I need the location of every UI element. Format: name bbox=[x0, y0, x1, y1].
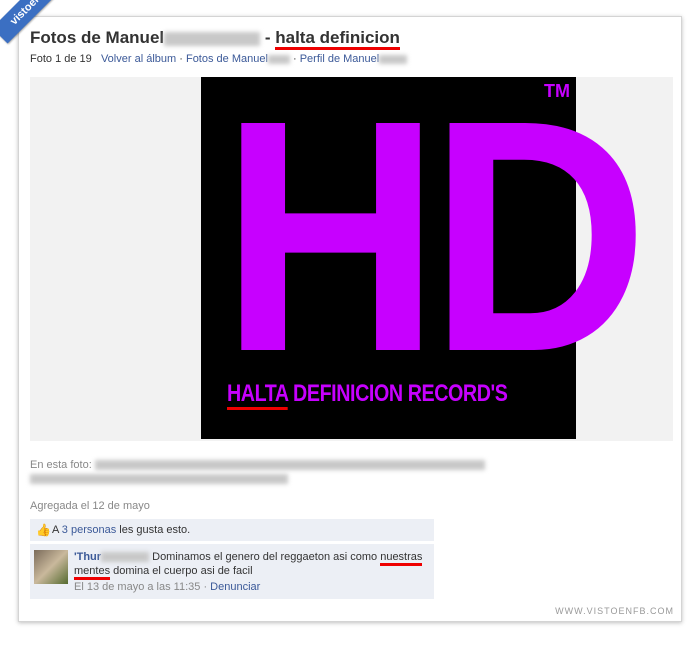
album-cover-image[interactable]: TM HD HALTA DEFINICION RECORD'S bbox=[201, 51, 648, 439]
comment-author-name: 'Thur bbox=[74, 551, 102, 563]
comment-author[interactable]: 'Thur bbox=[74, 551, 150, 563]
tagged-label: En esta foto: bbox=[30, 459, 92, 471]
tagged-people: En esta foto: bbox=[30, 459, 485, 485]
avatar[interactable] bbox=[34, 550, 68, 584]
thumbs-up-icon: 👍 bbox=[36, 523, 51, 538]
blurred-name bbox=[101, 552, 150, 563]
blurred-tags bbox=[30, 474, 288, 485]
blurred-name bbox=[164, 31, 261, 46]
nav-separator: · bbox=[179, 53, 183, 65]
report-link[interactable]: Denunciar bbox=[210, 581, 260, 593]
brand-rest: DEFINICION RECORD'S bbox=[287, 380, 508, 407]
likes-bar: 👍A 3 personas les gusta esto. bbox=[30, 519, 434, 541]
blurred-tags bbox=[94, 460, 485, 471]
likes-prefix: A bbox=[52, 524, 62, 536]
title-album[interactable]: halta definicion bbox=[275, 28, 400, 50]
watermark: WWW.VISTOENFB.COM bbox=[555, 606, 674, 616]
title-prefix: Fotos de Manuel bbox=[30, 28, 165, 47]
comment-date: El 13 de mayo a las 11:35 bbox=[74, 581, 201, 593]
comment-meta: El 13 de mayo a las 11:35 · Denunciar bbox=[74, 580, 424, 594]
hd-logo-text: HD bbox=[221, 51, 648, 420]
comment-text-underlined-1: nuestras bbox=[380, 551, 423, 566]
brand-underlined: HALTA bbox=[227, 380, 288, 410]
added-date: Agregada el 12 de mayo bbox=[30, 500, 150, 512]
likes-suffix: les gusta esto. bbox=[116, 524, 191, 536]
comment-body: 'Thur Dominamos el genero del reggaeton … bbox=[74, 550, 424, 594]
comment-text-2: domina el cuerpo asi de facil bbox=[110, 565, 253, 577]
photo-count: Foto 1 de 19 bbox=[30, 53, 92, 65]
back-to-album-link[interactable]: Volver al álbum bbox=[101, 53, 176, 65]
page-title: Fotos de Manuel - halta definicion bbox=[30, 28, 400, 50]
comment: 'Thur Dominamos el genero del reggaeton … bbox=[30, 544, 434, 599]
brand-name: HALTA DEFINICION RECORD'S bbox=[227, 380, 508, 410]
likes-people-link[interactable]: 3 personas bbox=[62, 524, 116, 536]
title-separator: - bbox=[260, 28, 276, 47]
meta-separator: · bbox=[200, 581, 211, 593]
comment-text-underlined-2: mentes bbox=[74, 565, 111, 580]
comment-text-1: Dominamos el genero del reggaeton asi co… bbox=[149, 551, 381, 563]
